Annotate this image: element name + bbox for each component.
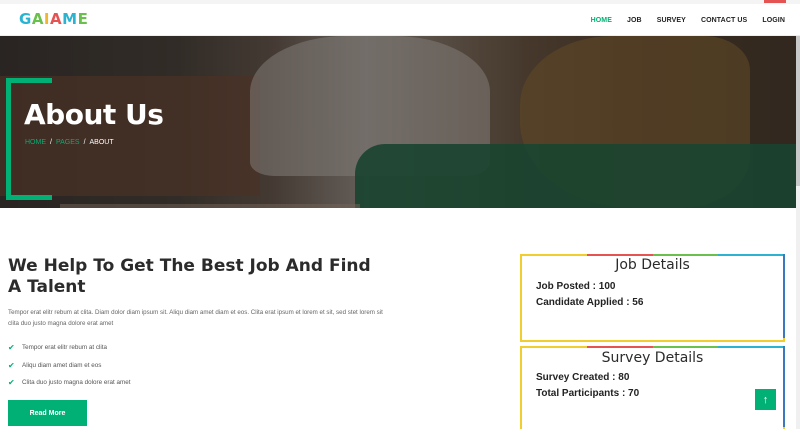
scrollbar[interactable] <box>796 36 800 429</box>
about-section: We Help To Get The Best Job And Find A T… <box>8 256 388 392</box>
job-posted-stat: Job Posted : 100 <box>536 281 616 292</box>
top-accent-bar <box>764 0 786 3</box>
about-heading: We Help To Get The Best Job And Find A T… <box>8 256 371 297</box>
check-icon: ✔ <box>8 378 15 388</box>
scrollbar-thumb[interactable] <box>796 36 800 186</box>
breadcrumb-current: ABOUT <box>89 139 114 146</box>
feature-list: ✔ Tempor erat elitr rebum at clita ✔ Aliqu… <box>8 339 388 392</box>
job-details-card: Job Details Job Posted : 100 Candidate A… <box>520 254 785 342</box>
list-item-text: Clita duo justo magna dolore erat amet <box>22 379 131 387</box>
navbar: GAIAME HOME JOB SURVEY CONTACT US LOGIN <box>0 4 800 36</box>
nav-contact-us[interactable]: CONTACT US <box>701 17 747 24</box>
logo-wordmark: GAIAME <box>19 11 88 27</box>
logo-letter: M <box>62 10 78 28</box>
breadcrumb-separator: / <box>50 139 52 146</box>
survey-details-card: Survey Details Survey Created : 80 Total… <box>520 346 785 429</box>
breadcrumb-home[interactable]: HOME <box>25 139 46 146</box>
candidate-applied-stat: Candidate Applied : 56 <box>536 297 644 308</box>
card-edge <box>783 254 785 338</box>
breadcrumb-pages[interactable]: PAGES <box>56 139 80 146</box>
card-top-stripe <box>522 346 783 348</box>
nav-survey[interactable]: SURVEY <box>657 17 686 24</box>
list-item: ✔ Aliqu diam amet diam et eos <box>8 357 388 375</box>
logo-letter: A <box>50 10 63 28</box>
back-to-top-button[interactable]: ↑ <box>755 389 776 410</box>
page-header-hero: About Us HOME / PAGES / ABOUT <box>0 36 796 208</box>
nav-menu: HOME JOB SURVEY CONTACT US LOGIN <box>591 4 800 36</box>
survey-created-stat: Survey Created : 80 <box>536 372 630 383</box>
job-details-title: Job Details <box>615 257 690 273</box>
logo-letter: A <box>31 10 44 28</box>
nav-login[interactable]: LOGIN <box>762 17 785 24</box>
survey-details-title: Survey Details <box>601 350 704 366</box>
total-participants-stat: Total Participants : 70 <box>536 388 640 399</box>
arrow-up-icon: ↑ <box>762 393 769 406</box>
read-more-button[interactable]: Read More <box>8 400 87 426</box>
nav-home[interactable]: HOME <box>591 17 612 24</box>
page-title: About Us <box>24 98 164 131</box>
check-icon: ✔ <box>8 343 15 353</box>
breadcrumb-separator: / <box>83 139 86 146</box>
about-paragraph: Tempor erat elitr rebum at clita. Diam d… <box>8 309 383 327</box>
logo-letter: G <box>19 10 32 28</box>
list-item-text: Aliqu diam amet diam et eos <box>22 361 102 369</box>
card-edge <box>783 346 785 427</box>
list-item: ✔ Clita duo justo magna dolore erat amet <box>8 374 388 392</box>
card-top-stripe <box>522 254 783 256</box>
logo-letter: E <box>77 10 89 28</box>
list-item-text: Tempor erat elitr rebum at clita <box>22 344 108 352</box>
list-item: ✔ Tempor erat elitr rebum at clita <box>8 339 388 357</box>
check-icon: ✔ <box>8 360 15 370</box>
logo[interactable]: GAIAME <box>19 11 88 33</box>
breadcrumb: HOME / PAGES / ABOUT <box>25 139 114 146</box>
nav-job[interactable]: JOB <box>627 17 642 24</box>
